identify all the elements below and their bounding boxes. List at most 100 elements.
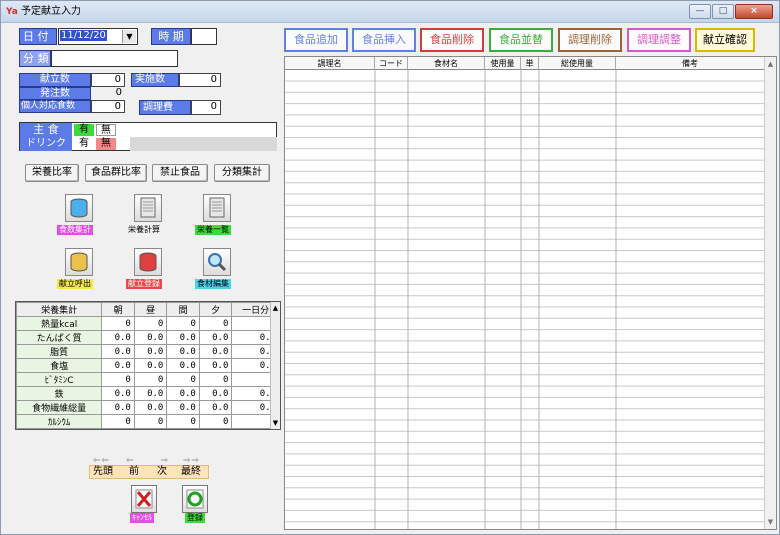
nutrient-value: 0 [166, 316, 200, 331]
nav-last[interactable]: 最終 [181, 466, 201, 478]
grid-scroll-up-icon[interactable]: ▲ [765, 57, 776, 71]
kojin-value[interactable]: 0 [91, 100, 125, 113]
nutrient-value: 0 [166, 372, 200, 387]
nutrition-row: ｶﾙｼｳﾑ00000 [15, 414, 280, 429]
nav-prev[interactable]: 前 [129, 466, 139, 478]
shushoku-yes-toggle[interactable]: 有 [74, 124, 94, 136]
bunrui-label: 分 類 [19, 50, 51, 67]
nutrition-row: 脂質 0.0 0.0 0.0 0.0 0.0 [15, 344, 280, 359]
nutrient-value: 0.0 [133, 358, 168, 373]
cancel-button[interactable] [131, 485, 157, 513]
nutrient-value: 0.0 [166, 386, 200, 401]
jisshi-label: 実施数 [131, 73, 179, 87]
nutrient-value: 0 [133, 316, 168, 331]
minimize-button[interactable]: — [689, 4, 711, 19]
nutrient-name: たんぱく質 [15, 330, 103, 345]
nutrition-row: ﾋﾞﾀﾐﾝC00000 [15, 372, 280, 387]
insert-food-button[interactable]: 食品挿入 [352, 28, 416, 52]
nutrient-value: 0.0 [198, 344, 233, 359]
chevron-down-icon[interactable]: ▼ [122, 30, 136, 43]
nutrient-value: 0 [166, 414, 200, 429]
shushoku-label: 主 食 [20, 123, 72, 137]
nutrient-name: ｶﾙｼｳﾑ [15, 414, 103, 429]
nutrition-summary-table: 栄養集計朝昼間夕一日分 熱量kcal00000たんぱく質0.00.00.00.0… [15, 301, 281, 430]
drink-no-toggle[interactable]: 無 [96, 138, 116, 150]
ingredient-edit-button[interactable] [203, 248, 231, 276]
nutrition-header-cell: 間 [166, 302, 200, 317]
nutrition-header-cell: 昼 [133, 302, 168, 317]
cancel-icon [135, 489, 153, 509]
close-button[interactable]: × [735, 4, 773, 19]
jiki-label: 時 期 [151, 28, 191, 45]
nutrient-name: 食物繊維総量 [15, 400, 103, 415]
recipe-grid[interactable]: 調理名 コード 食材名 使用量単総使用量 備考 ▲ ▼ [284, 56, 777, 530]
meal-count-label: 食数集計 [57, 225, 93, 235]
bunrui-field[interactable] [51, 50, 178, 67]
drink-area [130, 137, 277, 151]
nutrition-calc-button[interactable] [134, 194, 162, 222]
menu-recall-button[interactable] [65, 248, 93, 276]
nutrient-name: 鉄 [15, 386, 103, 401]
delete-cooking-button[interactable]: 調理削除 [558, 28, 622, 52]
main-window: Ya 予定献立入力 — □ × 日 付 11/12/20 ▼ 時 期 分 類 献… [0, 0, 780, 535]
nutrient-value: 0.0 [166, 330, 200, 345]
chori-value[interactable]: 0 [191, 100, 221, 115]
add-food-button[interactable]: 食品追加 [284, 28, 348, 52]
sort-food-button[interactable]: 食品並替 [489, 28, 553, 52]
meal-count-button[interactable] [65, 194, 93, 222]
grid-list-icon [209, 197, 225, 218]
jiki-field[interactable] [191, 28, 217, 45]
database-icon [70, 252, 88, 272]
category-summary-button[interactable]: 分類集計 [214, 164, 270, 182]
calculator-icon [140, 197, 156, 218]
nav-next[interactable]: 次 [157, 466, 167, 478]
maximize-button[interactable]: □ [712, 4, 734, 19]
jisshi-value[interactable]: 0 [179, 73, 221, 87]
nutrient-value: 0.0 [101, 400, 135, 415]
shushoku-no-toggle[interactable]: 無 [96, 124, 116, 136]
menu-register-button[interactable] [134, 248, 162, 276]
nutrient-value: 0.0 [198, 386, 233, 401]
kondate-value[interactable]: 0 [91, 73, 125, 87]
nutrition-list-button[interactable] [203, 194, 231, 222]
nutrient-value: 0 [133, 372, 168, 387]
adjust-cooking-button[interactable]: 調理調整 [627, 28, 691, 52]
food-group-ratio-button[interactable]: 食品群比率 [85, 164, 147, 182]
nutrition-header-cell: 栄養集計 [15, 302, 103, 317]
nutrient-name: 脂質 [15, 344, 103, 359]
nutrition-ratio-button[interactable]: 栄養比率 [25, 164, 79, 182]
title-bar: Ya 予定献立入力 — □ × [1, 1, 779, 23]
delete-food-button[interactable]: 食品削除 [420, 28, 484, 52]
nutrition-scrollbar[interactable]: ▲ ▼ [270, 302, 280, 429]
nutrient-value: 0 [198, 414, 233, 429]
magnifier-icon [208, 253, 227, 272]
nutrient-value: 0 [101, 414, 135, 429]
hatchu-label: 発注数 [19, 87, 91, 100]
save-button[interactable] [182, 485, 208, 513]
prohibited-food-button[interactable]: 禁止食品 [152, 164, 208, 182]
nutrition-calc-label: 栄養計算 [126, 225, 162, 235]
nutrient-value: 0.0 [101, 358, 135, 373]
scroll-up-icon[interactable]: ▲ [271, 302, 280, 314]
scroll-down-icon[interactable]: ▼ [271, 417, 280, 429]
date-value: 11/12/20 [60, 30, 107, 41]
nutrient-value: 0.0 [133, 344, 168, 359]
nutrient-value: 0.0 [166, 358, 200, 373]
drink-yes-toggle[interactable]: 有 [74, 138, 94, 150]
confirm-menu-button[interactable]: 献立確認 [695, 28, 755, 52]
grid-scrollbar[interactable]: ▲ ▼ [764, 57, 776, 529]
nav-first[interactable]: 先頭 [93, 466, 113, 478]
save-icon [186, 489, 204, 509]
nutrient-name: 熱量kcal [15, 316, 103, 331]
grid-scroll-down-icon[interactable]: ▼ [765, 515, 776, 529]
nav-bar: 先頭 前 次 最終 [89, 465, 209, 479]
nutrient-name: ﾋﾞﾀﾐﾝC [15, 372, 103, 387]
nutrient-value: 0.0 [166, 344, 200, 359]
kojin-label: 個人対応食数 [19, 100, 91, 113]
nutrient-value: 0.0 [166, 400, 200, 415]
shushoku-drink-box: 主 食 有 無 ドリンク 有 無 [19, 122, 277, 151]
date-dropdown[interactable]: 11/12/20 ▼ [58, 28, 138, 45]
nutrition-row: 食物繊維総量 0.0 0.0 0.0 0.0 0.0 [15, 400, 280, 415]
grid-lines [285, 70, 766, 529]
nutrient-value: 0 [198, 316, 233, 331]
